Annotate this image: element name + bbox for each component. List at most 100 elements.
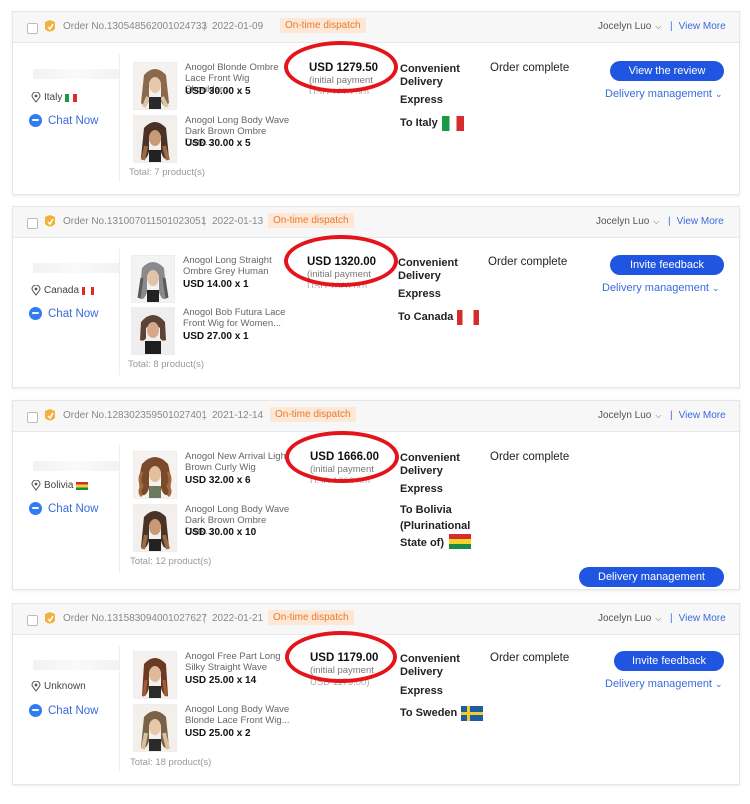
order-checkbox[interactable] (27, 23, 38, 34)
delivery-management-link[interactable]: Delivery management ⌄ (605, 678, 723, 690)
product-price: USD 27.00 x 1 (183, 331, 249, 342)
seller-name: Jocelyn Luo (598, 613, 652, 624)
shipping-line: Convenient (400, 63, 460, 75)
product-price: USD 14.00 x 1 (183, 279, 249, 290)
product-name[interactable]: Anogol Long Body Wave Blonde Lace Front … (185, 704, 293, 726)
view-more-link[interactable]: View More (679, 613, 726, 624)
order-header: Order No.131583094001027627 | 2022-01-21… (13, 604, 739, 635)
view-more-link[interactable]: View More (679, 21, 726, 32)
bolivia-flag-icon (449, 534, 472, 549)
order-number: Order No.131583094001027627 (63, 613, 208, 624)
dispatch-badge: On-time dispatch (280, 18, 366, 33)
chat-label: Chat Now (48, 114, 99, 127)
order-date: 2022-01-09 (212, 21, 264, 32)
view-more-link[interactable]: View More (677, 216, 724, 227)
chat-label: Chat Now (48, 704, 99, 717)
order-status: Order complete (490, 62, 570, 74)
wig-image (132, 308, 174, 354)
seller-dropdown[interactable]: Jocelyn Luo ⌵ (596, 216, 659, 227)
product-name[interactable]: Anogol Long Straight Ombre Grey Human Bl… (183, 255, 291, 277)
shipping-line: Express (400, 685, 443, 697)
delivery-management-button[interactable]: Delivery management (579, 567, 724, 587)
dispatch-badge: On-time dispatch (268, 213, 354, 228)
separator: | (670, 21, 673, 32)
view-review-button[interactable]: View the review (610, 61, 724, 81)
product-total: Total: 8 product(s) (128, 359, 205, 370)
product-thumbnail[interactable] (133, 451, 177, 499)
location-text: Bolivia (44, 480, 74, 491)
seller-dropdown[interactable]: Jocelyn Luo ⌵ (598, 21, 661, 32)
italy-flag-icon (441, 116, 464, 131)
invite-feedback-button[interactable]: Invite feedback (610, 255, 724, 275)
buyer-location: Unknown (31, 681, 86, 692)
product-thumbnail[interactable] (133, 62, 177, 110)
shipping-method: Convenient Delivery (400, 452, 460, 478)
chat-now-button[interactable]: Chat Now (29, 114, 99, 127)
wig-image (132, 256, 174, 302)
seller-dropdown[interactable]: Jocelyn Luo ⌵ (598, 613, 661, 624)
location-text: Italy (44, 92, 63, 103)
order-card: Order No.131583094001027627 | 2022-01-21… (12, 603, 740, 785)
product-thumbnail[interactable] (133, 704, 177, 752)
seller-dropdown[interactable]: Jocelyn Luo ⌵ (598, 410, 661, 421)
location-text: Unknown (44, 681, 86, 692)
separator: | (203, 216, 206, 227)
invite-feedback-button[interactable]: Invite feedback (614, 651, 724, 671)
separator: | (203, 613, 206, 624)
chevron-down-icon: ⌵ (655, 411, 662, 420)
delivery-management-link[interactable]: Delivery management ⌄ (602, 282, 720, 294)
divider (119, 646, 120, 772)
product-price: USD 30.00 x 5 (185, 86, 251, 97)
ship-destination: To Bolivia (Plurinational State of) (400, 502, 492, 551)
chevron-down-icon: ⌵ (653, 217, 660, 226)
separator: | (203, 410, 206, 421)
location-pin-icon (31, 285, 41, 296)
shipping-line: Express (400, 483, 443, 495)
seller-name: Jocelyn Luo (598, 410, 652, 421)
order-checkbox[interactable] (27, 218, 38, 229)
product-price: USD 30.00 x 5 (185, 138, 251, 149)
ship-to-text: To Canada (398, 311, 454, 323)
product-thumbnail[interactable] (131, 307, 175, 355)
order-card: Order No.131007011501023051 | 2022-01-13… (12, 206, 740, 388)
order-header: Order No.130548562001024733 | 2022-01-09… (13, 12, 739, 43)
bolivia-flag-icon (76, 481, 89, 490)
buyer-name-blurred (33, 263, 119, 273)
product-thumbnail[interactable] (131, 255, 175, 303)
chat-label: Chat Now (48, 502, 99, 515)
product-thumbnail[interactable] (133, 651, 177, 699)
product-thumbnail[interactable] (133, 115, 177, 163)
shipping-line: Convenient (400, 452, 460, 464)
wig-image (134, 505, 176, 551)
product-name[interactable]: Anogol Bob Futura Lace Front Wig for Wom… (183, 307, 291, 329)
chat-now-button[interactable]: Chat Now (29, 502, 99, 515)
divider (119, 445, 120, 573)
shop-icon (45, 612, 55, 624)
order-checkbox[interactable] (27, 412, 38, 423)
chat-now-button[interactable]: Chat Now (29, 307, 99, 320)
buyer-name-blurred (33, 69, 119, 79)
view-more-link[interactable]: View More (679, 410, 726, 421)
order-header: Order No.131007011501023051 | 2022-01-13… (13, 207, 739, 238)
product-thumbnail[interactable] (133, 504, 177, 552)
sweden-flag-icon (461, 706, 484, 721)
product-name[interactable]: Anogol Free Part Long Silky Straight Wav… (185, 651, 293, 673)
order-status: Order complete (490, 451, 570, 463)
buyer-location: Bolivia (31, 480, 89, 491)
product-total: Total: 18 product(s) (130, 757, 212, 768)
product-price: USD 25.00 x 2 (185, 728, 251, 739)
separator: | (670, 613, 673, 624)
order-date: 2022-01-21 (212, 613, 264, 624)
order-card: Order No.128302359501027401 | 2021-12-14… (12, 400, 740, 590)
location-text: Canada (44, 285, 80, 296)
ship-to-text: To Italy (400, 117, 438, 129)
order-header: Order No.128302359501027401 | 2021-12-14… (13, 401, 739, 432)
shipping-line: Delivery (400, 76, 443, 88)
product-name[interactable]: Anogol New Arrival Light Brown Curly Wig… (185, 451, 293, 473)
wig-image (134, 652, 176, 698)
chat-now-button[interactable]: Chat Now (29, 704, 99, 717)
delivery-management-link[interactable]: Delivery management ⌄ (605, 88, 723, 100)
location-pin-icon (31, 92, 41, 103)
order-checkbox[interactable] (27, 615, 38, 626)
ship-destination: To Sweden (400, 705, 484, 721)
